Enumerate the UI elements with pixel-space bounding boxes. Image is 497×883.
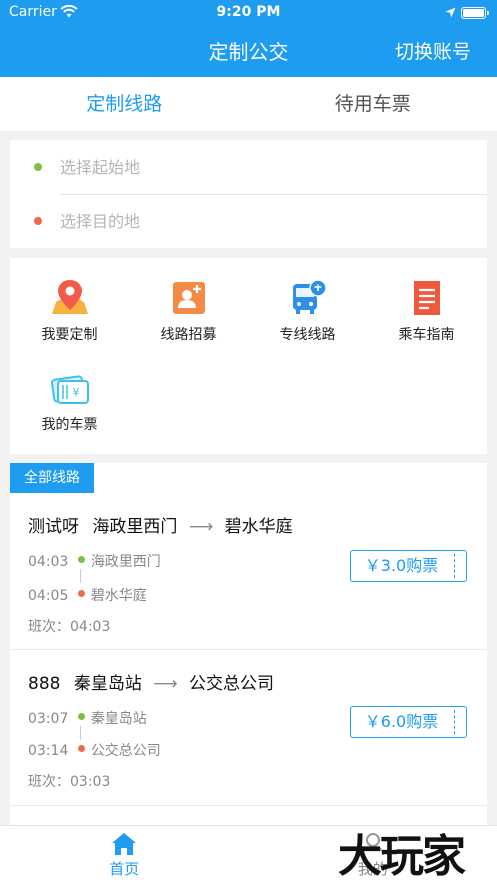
depart-dot-icon [78,556,85,563]
arrive-dot-icon [78,590,85,597]
segment-tabs: 定制线路 待用车票 [0,77,497,131]
route-from: 海政里西门 [92,517,178,537]
route-item[interactable]: 测试呀 海政里西门 ⟶ 碧水华庭 04:03 海政里西门 04:05 碧水华庭 … [10,463,487,635]
arrive-time: 04:05 [28,588,69,604]
feature-grid: 我要定制 线路招募 专线线路 乘车指南 ¥ 我的车票 [10,258,487,454]
watermark-logo: 大玩家 [338,831,466,882]
route-from: 秦皇岛站 [73,674,142,694]
buy-ticket-button[interactable]: ￥3.0购票 [350,550,467,582]
arrive-stop-name: 公交总公司 [90,743,161,759]
depart-stop-name: 海政里西门 [90,554,161,570]
route-title: 测试呀 海政里西门 ⟶ 碧水华庭 [28,512,293,537]
shift-time: 班次：03:03 [28,774,111,790]
status-bar: Carrier 9:20 PM [0,0,497,26]
tab-pending-tickets[interactable]: 待用车票 [249,77,497,131]
buy-ticket-button[interactable]: ￥6.0购票 [350,706,467,738]
route-title: 888 秦皇岛站 ⟶ 公交总公司 [28,669,274,694]
switch-account-button[interactable]: 切换账号 [395,37,471,64]
route-to: 碧水华庭 [224,517,293,537]
route-arrow-icon: ⟶ [153,674,178,694]
feature-custom[interactable]: 我要定制 [10,278,129,344]
end-location-row[interactable] [10,194,487,248]
depart-stop-name: 秦皇岛站 [90,711,147,727]
tabbar-label: 首页 [109,860,140,878]
arrive-stop: 04:05 碧水华庭 [28,585,147,605]
guide-document-icon [407,278,447,318]
start-location-row[interactable] [10,140,487,194]
stop-connector [80,569,81,583]
depart-stop: 03:07 秦皇岛站 [28,708,147,728]
ticket-icon: ¥ [50,368,90,408]
feature-recruit[interactable]: 线路招募 [129,278,248,344]
depart-time: 03:07 [28,711,69,727]
feature-guide[interactable]: 乘车指南 [367,278,486,344]
feature-label: 专线线路 [279,327,336,343]
svg-text:¥: ¥ [72,386,79,399]
app-header: Carrier 9:20 PM 定制公交 切换账号 [0,0,497,77]
feature-special-line[interactable]: 专线线路 [248,278,367,344]
feature-my-tickets[interactable]: ¥ 我的车票 [10,368,129,434]
depart-dot-icon [78,713,85,720]
tabbar-home[interactable]: 首页 [0,826,249,883]
feature-label: 我的车票 [41,417,98,433]
route-item[interactable]: 888 秦皇岛站 ⟶ 公交总公司 03:07 秦皇岛站 03:14 公交总公司 … [10,620,487,790]
feature-label: 乘车指南 [398,327,455,343]
end-dot-icon [34,217,42,225]
bus-icon [288,278,328,318]
depart-time: 04:03 [28,554,69,570]
route-name: 测试呀 [28,517,79,537]
feature-label: 我要定制 [41,327,98,343]
location-card [10,140,487,248]
feature-label: 线路招募 [160,327,217,343]
arrive-time: 03:14 [28,743,69,759]
end-location-input[interactable] [60,206,470,236]
route-to: 公交总公司 [189,674,275,694]
arrive-stop-name: 碧水华庭 [90,588,147,604]
battery-icon [461,7,489,19]
start-location-input[interactable] [60,152,470,182]
divider [10,805,487,806]
recruit-contact-icon [169,278,209,318]
route-list: 全部线路 测试呀 海政里西门 ⟶ 碧水华庭 04:03 海政里西门 04:05 … [10,463,487,825]
map-pin-icon [50,278,90,318]
arrive-stop: 03:14 公交总公司 [28,740,161,760]
stop-connector [80,726,81,740]
home-icon [111,832,137,856]
arrive-dot-icon [78,745,85,752]
route-arrow-icon: ⟶ [188,517,214,537]
tab-custom-routes[interactable]: 定制线路 [0,77,249,131]
route-name: 888 [28,674,61,694]
location-arrow-icon [445,6,456,22]
start-dot-icon [34,163,42,171]
depart-stop: 04:03 海政里西门 [28,551,161,571]
clock-time: 9:20 PM [216,4,281,20]
